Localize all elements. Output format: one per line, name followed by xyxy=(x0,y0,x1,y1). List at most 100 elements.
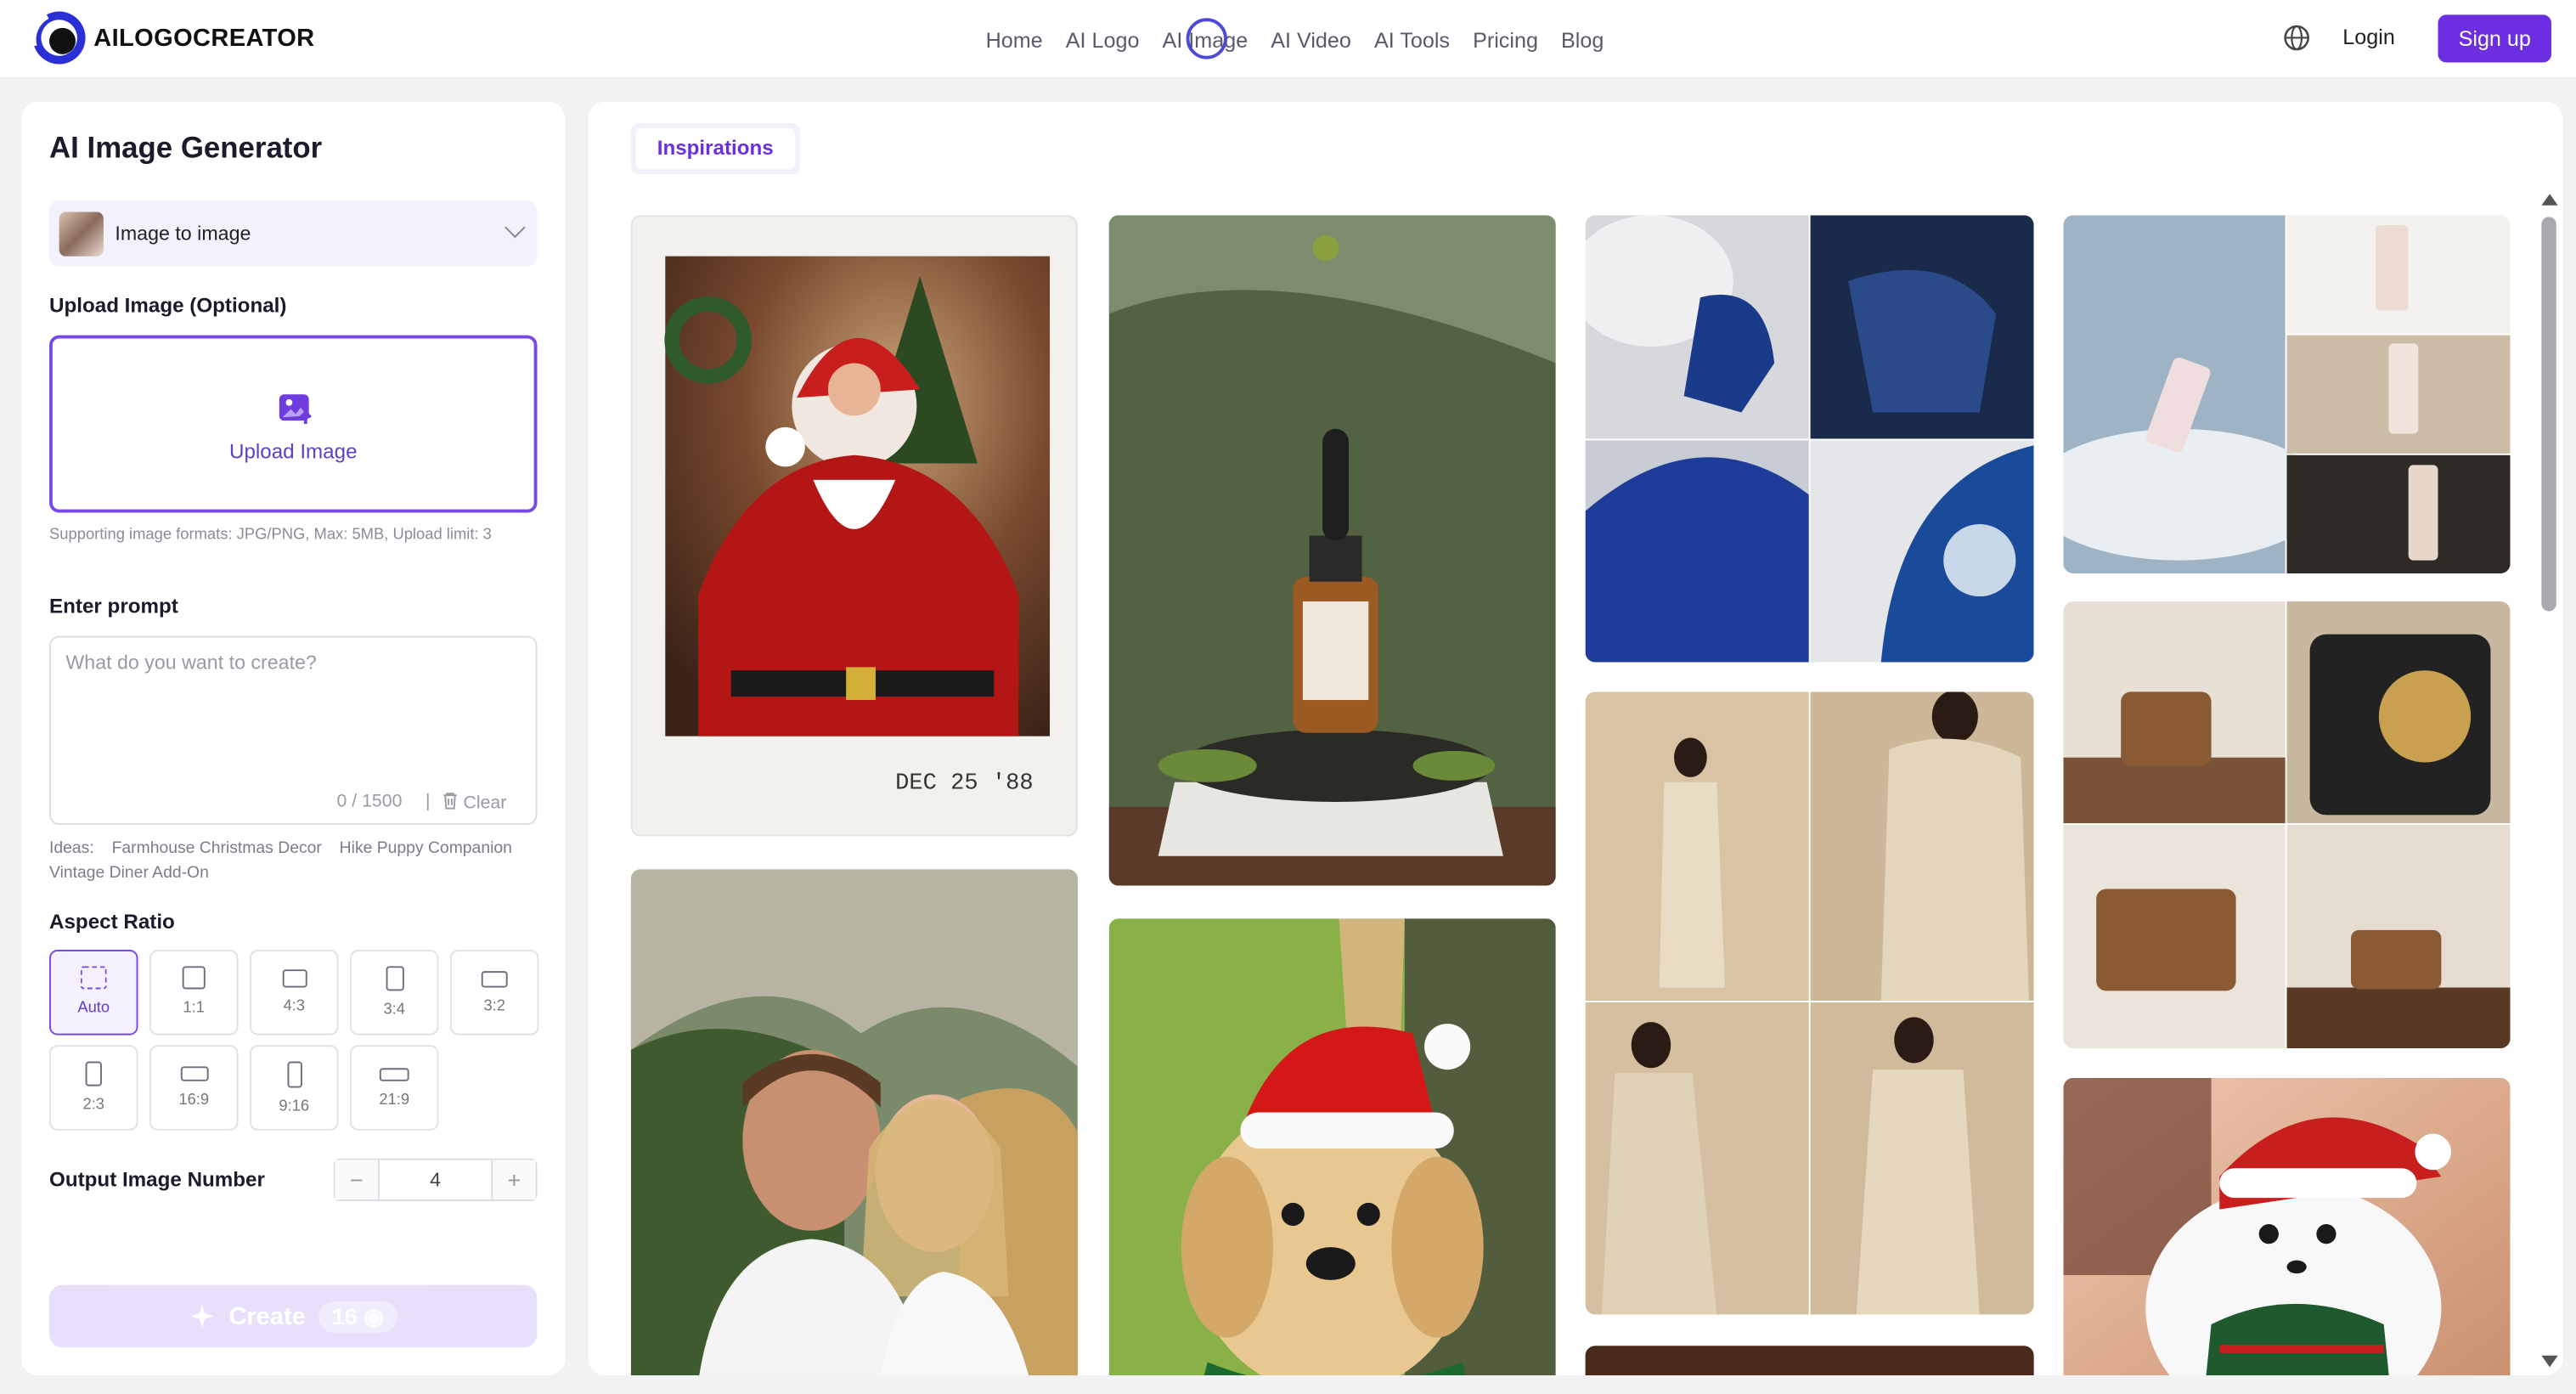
generator-panel: AI Image Generator Image to image Upload… xyxy=(21,101,566,1376)
prompt-input[interactable] xyxy=(50,637,536,770)
output-number-value[interactable]: 4 xyxy=(377,1160,493,1200)
tall-ratio-icon xyxy=(286,1061,302,1088)
couple-selfie-image xyxy=(630,869,1078,1376)
ratio-label: 3:4 xyxy=(383,1000,406,1019)
nav-ai-logo[interactable]: AI Logo xyxy=(1066,27,1140,52)
ratio-16-9[interactable]: 16:9 xyxy=(149,1045,239,1131)
ratio-3-4[interactable]: 3:4 xyxy=(350,950,439,1036)
create-button[interactable]: Create 16 ◉ xyxy=(49,1284,538,1348)
output-number-label: Output Image Number xyxy=(49,1168,265,1192)
increment-button[interactable]: + xyxy=(493,1160,536,1200)
gallery-scrollbar[interactable] xyxy=(2539,194,2559,1377)
scrollbar-thumb[interactable] xyxy=(2541,217,2556,612)
ratio-3-2[interactable]: 3:2 xyxy=(449,950,539,1036)
gallery-card-beige-suit-grid[interactable] xyxy=(1585,691,2034,1315)
ideas-label: Ideas: xyxy=(49,839,94,858)
chevron-down-icon xyxy=(504,217,526,239)
nav-home[interactable]: Home xyxy=(986,27,1043,52)
ratio-1-1[interactable]: 1:1 xyxy=(149,950,239,1036)
credit-cost-badge: 16 ◉ xyxy=(318,1300,397,1332)
idea-chip[interactable]: Farmhouse Christmas Decor xyxy=(112,839,322,857)
credit-cost: 16 xyxy=(331,1301,358,1329)
upload-dropzone[interactable]: Upload Image xyxy=(49,335,538,513)
square-ratio-icon xyxy=(182,966,206,990)
idea-chip[interactable]: Vintage Diner Add-On xyxy=(49,864,209,882)
serum-bottle-image xyxy=(1108,215,1556,886)
ratio-label: 16:9 xyxy=(178,1091,210,1109)
divider: | xyxy=(425,792,431,812)
ratio-4-3[interactable]: 4:3 xyxy=(250,950,339,1036)
prompt-label: Enter prompt xyxy=(49,595,178,618)
gallery-card-couple-selfie[interactable] xyxy=(630,869,1078,1376)
gallery-card-wooden-radio-grid[interactable] xyxy=(2063,601,2511,1049)
tab-inspirations[interactable]: Inspirations xyxy=(635,127,795,170)
ratio-label: 9:16 xyxy=(279,1098,310,1116)
ratio-label: 1:1 xyxy=(183,999,206,1018)
trash-icon xyxy=(443,793,457,810)
nav-blog[interactable]: Blog xyxy=(1561,27,1604,52)
ratio-21-9[interactable]: 21:9 xyxy=(350,1045,439,1131)
santa-polaroid-image: DEC 25 '88 xyxy=(664,256,1051,796)
body-lotion-grid-image xyxy=(2063,215,2511,574)
ratio-label: 3:2 xyxy=(483,997,506,1016)
landscape-ratio-icon xyxy=(481,971,508,988)
image-upload-icon xyxy=(279,394,312,425)
wooden-radio-grid-image xyxy=(2063,601,2511,1049)
gallery-card-serum-bottle[interactable] xyxy=(1108,215,1556,886)
ratio-label: 21:9 xyxy=(379,1091,410,1109)
create-label: Create xyxy=(228,1301,306,1330)
upload-image-button[interactable]: Upload Image xyxy=(53,440,534,463)
ultrawide-ratio-icon xyxy=(379,1068,409,1081)
upload-label: Upload Image (Optional) xyxy=(49,294,287,318)
blue-chair-grid-image xyxy=(1585,215,2034,663)
mode-thumbnail xyxy=(59,211,104,256)
idea-chip[interactable]: Hike Puppy Companion xyxy=(340,839,512,857)
aspect-ratio-label: Aspect Ratio xyxy=(49,910,175,934)
gallery-card-partial-tile[interactable] xyxy=(1585,1346,2034,1376)
clear-button[interactable]: Clear xyxy=(442,792,506,813)
scroll-up-arrow-icon[interactable] xyxy=(2541,194,2558,206)
decrement-button[interactable]: − xyxy=(335,1160,378,1200)
sparkle-icon xyxy=(190,1304,215,1328)
gallery-card-blue-chair-grid[interactable] xyxy=(1585,215,2034,663)
top-navbar: AILOGOCREATOR Home AI Logo AI Image AI V… xyxy=(0,0,2576,79)
puppy-santa-hat-image xyxy=(1108,918,1556,1376)
wide-ratio-icon xyxy=(179,1066,208,1081)
gallery-tabs: Inspirations xyxy=(630,123,800,175)
gallery-card-body-lotion-grid[interactable] xyxy=(2063,215,2511,574)
signup-button[interactable]: Sign up xyxy=(2438,14,2551,63)
globe-icon[interactable] xyxy=(2282,23,2312,53)
mode-select[interactable]: Image to image xyxy=(49,200,538,267)
brand-logo[interactable]: AILOGOCREATOR xyxy=(31,10,315,66)
logo-icon xyxy=(31,11,86,65)
gallery-card-santa-polaroid[interactable]: DEC 25 '88 xyxy=(630,215,1078,837)
login-link[interactable]: Login xyxy=(2342,25,2395,49)
gallery-card-white-dog-sweater[interactable] xyxy=(2063,1077,2511,1376)
output-number-stepper: − 4 + xyxy=(333,1158,538,1201)
nav-ai-video[interactable]: AI Video xyxy=(1271,27,1351,52)
cursor-indicator xyxy=(1186,18,1227,59)
ratio-label: 2:3 xyxy=(82,1096,105,1115)
beige-suit-grid-image xyxy=(1585,691,2034,1315)
ratio-2-3[interactable]: 2:3 xyxy=(49,1045,138,1131)
scroll-down-arrow-icon[interactable] xyxy=(2541,1355,2558,1368)
clear-label: Clear xyxy=(463,793,507,814)
auto-ratio-icon xyxy=(80,966,107,990)
polaroid-caption: DEC 25 '88 xyxy=(895,770,1034,796)
ratio-9-16[interactable]: 9:16 xyxy=(250,1045,339,1131)
gallery-panel: Inspirations DEC 25 '88 xyxy=(588,101,2563,1376)
nav-pricing[interactable]: Pricing xyxy=(1473,27,1538,52)
upload-hint: Supporting image formats: JPG/PNG, Max: … xyxy=(49,525,492,545)
page-title: AI Image Generator xyxy=(49,131,323,165)
portrait-ratio-icon xyxy=(85,1061,102,1086)
char-count: 0 / 1500 xyxy=(336,792,403,812)
ratio-label: Auto xyxy=(77,999,110,1018)
white-dog-sweater-image xyxy=(2063,1077,2511,1376)
gallery-card-puppy-santa-hat[interactable] xyxy=(1108,918,1556,1376)
ratio-auto[interactable]: Auto xyxy=(49,950,138,1036)
coin-icon: ◉ xyxy=(364,1301,385,1329)
ideas-row: Ideas: Farmhouse Christmas Decor Hike Pu… xyxy=(49,837,542,886)
portrait-ratio-icon xyxy=(385,966,403,991)
landscape-ratio-icon xyxy=(281,969,307,988)
nav-ai-tools[interactable]: AI Tools xyxy=(1374,27,1450,52)
